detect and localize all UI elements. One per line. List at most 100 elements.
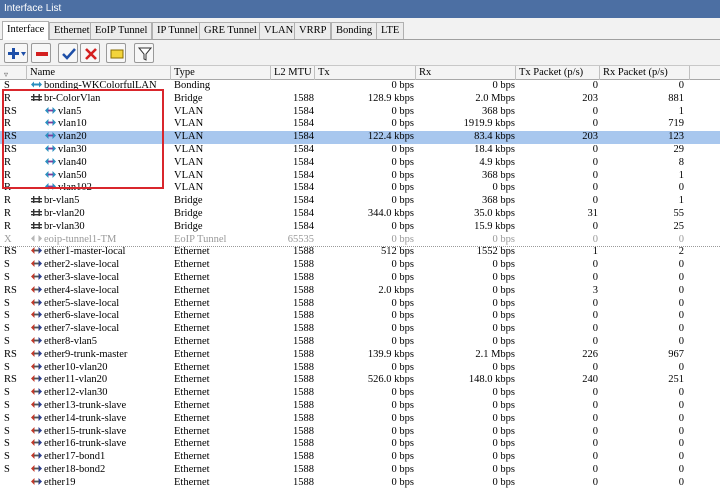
interface-name: ether9-trunk-master [44,348,128,360]
row-tx: 512 bps [381,246,414,258]
table-row[interactable]: Sether16-trunk-slave Ethernet 1588 0 bps 0 b… [0,438,720,451]
ethernet-icon [30,272,44,283]
column-header-rx-packet[interactable]: Rx Packet (p/s) [600,66,690,80]
table-row[interactable]: Sether8-vlan5 Ethernet 1588 0 bps 0 bps 0 0 [0,336,720,349]
row-tx-packet: 0 [592,118,598,130]
table-row[interactable]: Sether10-vlan20 Ethernet 1588 0 bps 0 bps 0 0 [0,362,720,375]
row-rx-packet: 29 [673,144,685,155]
row-rx: 0 bps [492,182,515,194]
disable-button[interactable] [80,43,100,63]
ethernet-icon [30,400,44,411]
row-name-cell: ether4-slave-local [30,285,170,298]
tab-ip-tunnel[interactable]: IP Tunnel [152,22,203,39]
table-row[interactable]: Sether12-vlan30 Ethernet 1588 0 bps 0 bps 0 0 [0,387,720,400]
table-row[interactable]: Sether14-trunk-slave Ethernet 1588 0 bps 0 b… [0,413,720,426]
row-tx: 0 bps [391,336,414,347]
table-row[interactable]: Rbr-vlan30 Bridge 1584 0 bps 15.9 kbps 0 25 [0,221,720,234]
table-row[interactable]: Sether3-slave-local Ethernet 1588 0 bps 0 bp… [0,272,720,285]
row-name-cell: ether3-slave-local [30,272,170,285]
row-name-cell: br-vlan20 [30,208,170,221]
row-tx-packet: 3 [592,284,598,296]
table-row[interactable]: Sether7-slave-local Ethernet 1588 0 bps 0 bp… [0,323,720,336]
row-rx-packet: 967 [668,348,684,360]
row-type: Ethernet [174,310,210,322]
tab-gre-tunnel[interactable]: GRE Tunnel [199,22,262,39]
row-rx-packet: 0 [678,323,684,335]
table-row[interactable]: RS ether11-vlan20 Ethernet 1588 526.0 kbps 14… [0,374,720,387]
column-header-tx-packet[interactable]: Tx Packet (p/s) [516,66,600,80]
table-row[interactable]: Xeoip-tunnel1-TM EoIP Tunnel 65535 0 bps 0 b… [0,234,720,247]
table-row[interactable]: RS ether9-trunk-master Ethernet 1588 139.9 k… [0,349,720,362]
row-rx-packet: 0 [678,233,684,245]
interface-name: ether11-vlan20 [44,374,108,386]
interface-name: br-vlan30 [44,220,85,232]
row-tx: 0 bps [391,233,414,245]
row-flags: S [4,400,10,411]
row-rx-packet: 1 [678,169,684,181]
interface-name: ether18-bond2 [44,464,106,475]
remove-button[interactable] [31,43,51,63]
row-tx: 0 bps [391,464,414,475]
tab-bonding[interactable]: Bonding [331,22,378,39]
comment-button[interactable] [106,43,126,63]
row-name-cell: br-vlan5 [30,195,170,208]
column-header-rx[interactable]: Rx [416,66,516,80]
table-row[interactable]: Sether15-trunk-slave Ethernet 1588 0 bps 0 b… [0,426,720,439]
table-row[interactable]: Rbr-vlan5 Bridge 1584 0 bps 368 bps 0 1 [0,195,720,208]
table-row[interactable]: Sether2-slave-local Ethernet 1588 0 bps 0 bp… [0,259,720,272]
tab-interface[interactable]: Interface [2,21,50,40]
table-row[interactable]: Sether18-bond2 Ethernet 1588 0 bps 0 bps 0 0 [0,464,720,477]
row-l2mtu: 1588 [293,361,314,373]
column-header-mtu[interactable]: L2 MTU [271,66,315,80]
row-rx-packet: 0 [678,297,684,309]
row-rx-packet: 55 [673,208,685,219]
column-header-type[interactable]: Type [171,66,271,80]
row-rx-packet: 0 [678,336,684,347]
row-l2mtu: 1588 [293,284,314,296]
row-flags: X [4,233,12,245]
row-rx: 1552 bps [476,246,515,258]
table-row[interactable]: Sether13-trunk-slave Ethernet 1588 0 bps 0 b… [0,400,720,413]
tab-lte[interactable]: LTE [376,22,405,39]
tab-vrrp[interactable]: VRRP [294,22,332,39]
table-row[interactable]: Sether6-slave-local Ethernet 1588 0 bps 0 bp… [0,310,720,323]
row-tx-packet: 0 [592,144,598,155]
row-l2mtu: 1588 [293,464,314,475]
add-button[interactable] [4,43,28,63]
tab-eoip-tunnel[interactable]: EoIP Tunnel [90,22,153,39]
tab-vlan[interactable]: VLAN [259,22,299,39]
table-row[interactable]: Sether5-slave-local Ethernet 1588 0 bps 0 bp… [0,298,720,311]
row-tx-packet: 226 [582,348,598,360]
enable-button[interactable] [58,43,78,63]
eoip-icon [30,234,44,245]
filter-button[interactable] [134,43,154,63]
row-type: Ethernet [174,451,210,463]
column-header-tx[interactable]: Tx [315,66,416,80]
column-header-name[interactable]: Name [27,66,171,80]
table-row[interactable]: Rbr-vlan20 Bridge 1584 344.0 kbps 35.0 kbps 3… [0,208,720,221]
ethernet-icon [30,259,44,270]
table-row[interactable]: ether19 Ethernet 1588 0 bps 0 bps 0 0 [0,477,720,489]
row-type: Ethernet [174,374,210,386]
row-l2mtu [272,80,314,93]
table-row[interactable]: RS ether4-slave-local Ethernet 1588 2.0 kbps… [0,285,720,298]
row-tx: 0 bps [391,476,414,488]
row-rx: 368 bps [482,195,515,207]
row-tx-packet: 203 [582,92,598,104]
bridge-icon [30,195,44,206]
table-row[interactable]: Sether17-bond1 Ethernet 1588 0 bps 0 bps 0 0 [0,451,720,464]
row-l2mtu: 1588 [293,412,314,424]
comment-icon [110,49,124,59]
tab-ethernet[interactable]: Ethernet [49,22,95,39]
row-rx-packet: 123 [668,131,684,143]
row-rx: 1919.9 kbps [463,118,515,130]
interface-name: ether5-slave-local [44,297,120,309]
column-header-flag[interactable]: ▿ [0,66,27,80]
column-header-filler [690,66,720,80]
row-flags: RS [4,348,17,360]
ethernet-icon [30,285,44,296]
interface-name: ether14-trunk-slave [44,412,127,424]
row-flags: S [4,297,10,309]
table-row[interactable]: RS ether1-master-local Ethernet 1588 512 bps… [0,246,720,259]
interface-name: ether19 [44,476,76,488]
